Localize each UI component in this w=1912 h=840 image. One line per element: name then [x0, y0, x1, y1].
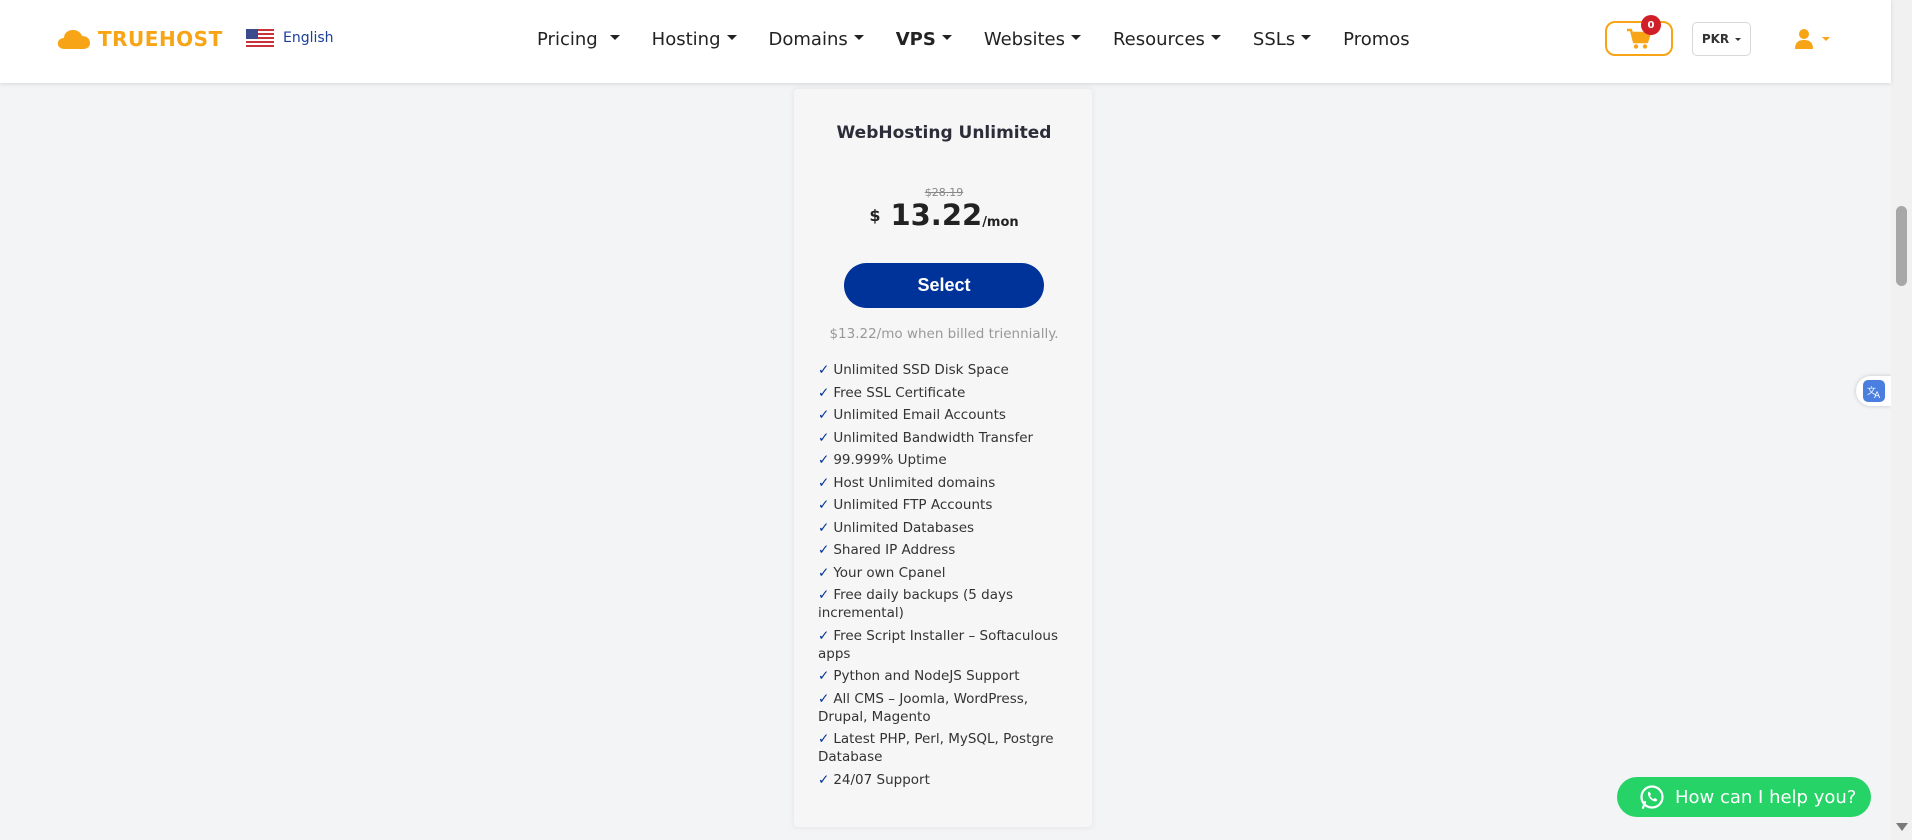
whatsapp-icon — [1640, 785, 1664, 810]
check-icon: ✓ — [818, 407, 830, 423]
chevron-down-icon — [1822, 37, 1830, 41]
check-icon: ✓ — [818, 587, 830, 603]
chevron-down-icon — [1070, 34, 1081, 40]
translate-icon: 文 A — [1862, 380, 1885, 402]
list-item: ✓ Unlimited Databases — [818, 519, 975, 536]
nav-pricing[interactable]: Pricing — [537, 29, 620, 50]
check-icon: ✓ — [818, 564, 830, 581]
chevron-down-icon — [609, 34, 620, 40]
chevron-down-icon — [726, 34, 737, 40]
plan-title: WebHosting Unlimited — [836, 123, 1052, 143]
brand-name: TRUEHOST — [98, 27, 223, 51]
nav-domains-label: Domains — [768, 28, 848, 50]
nav-vps-label: VPS — [895, 28, 936, 50]
check-icon: ✓ — [818, 542, 830, 558]
check-icon: ✓ — [818, 384, 830, 401]
currency-symbol: $ — [869, 206, 881, 225]
list-item: ✓ Unlimited Email Accounts — [818, 407, 1006, 423]
cart-button[interactable]: 0 — [1605, 15, 1673, 56]
list-item: ✓ Latest PHP, Perl, MySQL, Postgre Databa… — [818, 731, 1054, 765]
check-icon: ✓ — [818, 474, 830, 491]
check-icon: ✓ — [818, 497, 830, 513]
currency-label: PKR — [1701, 32, 1730, 46]
price-row: $ 13.22 /mon — [794, 198, 1094, 232]
list-item: ✓ Your own Cpanel — [818, 564, 946, 581]
list-item: ✓ Unlimited FTP Accounts — [818, 497, 993, 513]
cart-count-badge: 0 — [1641, 15, 1661, 35]
main-nav: Pricing Hosting Domains VPS Websites Res… — [537, 26, 1442, 52]
nav-vps[interactable]: VPS — [896, 29, 952, 50]
page-scrollbar[interactable] — [1891, 0, 1912, 840]
nav-resources[interactable]: Resources — [1113, 29, 1221, 50]
nav-resources-label: Resources — [1112, 28, 1205, 50]
nav-pricing-label: Pricing — [537, 28, 598, 50]
nav-websites[interactable]: Websites — [984, 29, 1081, 50]
list-item: ✓ Unlimited SSD Disk Space — [818, 362, 1009, 378]
list-item: ✓ Host Unlimited domains — [818, 474, 996, 491]
chevron-down-icon — [1301, 34, 1312, 40]
check-icon: ✓ — [818, 429, 830, 446]
help-label: How can I help you? — [1675, 786, 1857, 808]
list-item: ✓ Unlimited Bandwidth Transfer — [818, 429, 1034, 446]
nav-ssls[interactable]: SSLs — [1252, 28, 1312, 50]
list-item: ✓ Shared IP Address — [818, 542, 956, 558]
nav-promos-label: Promos — [1343, 28, 1410, 50]
nav-hosting[interactable]: Hosting — [652, 29, 737, 50]
list-item: ✓ Python and NodeJS Support — [818, 668, 1020, 684]
price-amount: 13.22 — [890, 198, 983, 232]
nav-promos[interactable]: Promos — [1343, 29, 1409, 50]
check-icon: ✓ — [818, 690, 830, 707]
check-icon: ✓ — [818, 519, 830, 536]
list-item: ✓ Free Script Installer – Softaculous app… — [818, 627, 1059, 662]
check-icon: ✓ — [818, 452, 830, 468]
scrollbar-thumb[interactable] — [1896, 206, 1907, 286]
check-icon: ✓ — [818, 731, 830, 747]
list-item: ✓ 99.999% Uptime — [818, 452, 947, 468]
nav-hosting-label: Hosting — [651, 28, 721, 50]
nav-domains[interactable]: Domains — [769, 29, 864, 50]
scroll-down-arrow-icon[interactable] — [1896, 823, 1908, 831]
check-icon: ✓ — [818, 627, 830, 644]
language-label: English — [283, 30, 334, 46]
chevron-down-icon — [941, 34, 952, 40]
svg-text:A: A — [1874, 391, 1881, 401]
nav-ssls-label: SSLs — [1252, 28, 1296, 50]
check-icon: ✓ — [818, 771, 830, 788]
whatsapp-help-button[interactable]: How can I help you? — [1617, 777, 1871, 817]
list-item: ✓ Free daily backups (5 days incremental) — [818, 587, 1014, 621]
list-item: ✓ 24/07 Support — [818, 771, 930, 788]
check-icon: ✓ — [818, 362, 830, 378]
select-button[interactable]: Select — [844, 263, 1044, 308]
chevron-down-icon — [853, 34, 864, 40]
us-flag-icon — [246, 29, 274, 47]
chevron-down-icon — [1210, 34, 1221, 40]
truehost-logo[interactable]: TRUEHOST — [56, 26, 223, 52]
user-menu-button[interactable] — [1794, 26, 1830, 52]
price-unit: /mon — [982, 215, 1019, 230]
pricing-card: WebHosting Unlimited $28.19 $ 13.22 /mon… — [793, 88, 1093, 828]
cloud-icon — [57, 30, 90, 49]
language-selector[interactable]: English — [246, 29, 334, 47]
chevron-down-icon — [1735, 37, 1742, 41]
translate-widget[interactable]: 文 A — [1856, 376, 1891, 406]
feature-list: ✓ Unlimited SSD Disk Space ✓ Free SSL Cert… — [818, 361, 1078, 793]
top-navbar: TRUEHOST English Pricing Hosting Domains… — [0, 0, 1891, 83]
nav-websites-label: Websites — [983, 28, 1065, 50]
list-item: ✓ Free SSL Certificate — [818, 384, 966, 401]
check-icon: ✓ — [818, 668, 830, 684]
user-icon — [1795, 29, 1813, 49]
list-item: ✓ All CMS – Joomla, WordPress, Drupal, Ma… — [818, 690, 1029, 725]
billing-note: $13.22/mo when billed triennially. — [829, 326, 1059, 342]
currency-selector[interactable]: PKR — [1692, 22, 1751, 56]
